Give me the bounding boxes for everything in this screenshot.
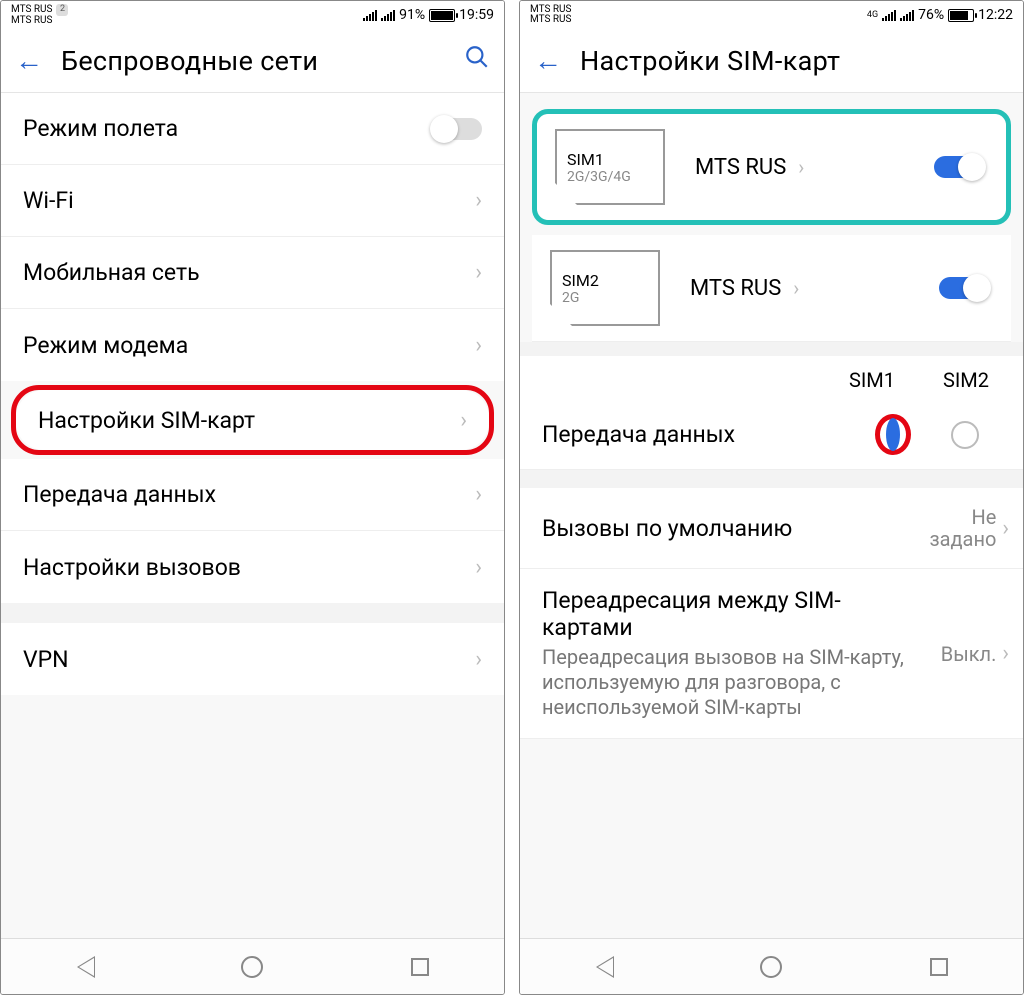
chevron-right-icon: › bbox=[1002, 516, 1009, 541]
sim1-network: 2G/3G/4G bbox=[567, 169, 653, 185]
sim2-toggle[interactable] bbox=[939, 277, 989, 299]
chevron-right-icon: › bbox=[475, 333, 482, 358]
battery-percent: 91% bbox=[399, 7, 425, 23]
phone-right: MTS RUS MTS RUS 4G 76% 12:22 ← Настройки… bbox=[519, 0, 1024, 995]
battery-icon bbox=[948, 9, 974, 22]
back-arrow-icon[interactable]: ← bbox=[534, 44, 562, 77]
signal-icon bbox=[363, 9, 377, 21]
search-icon[interactable] bbox=[464, 44, 490, 77]
col-sim2: SIM2 bbox=[943, 368, 989, 392]
default-calls-value: Не задано bbox=[906, 506, 996, 550]
row-mobile-network[interactable]: Мобильная сеть › bbox=[1, 237, 504, 309]
nav-home-button[interactable] bbox=[237, 952, 267, 982]
data-sim2-radio[interactable] bbox=[951, 421, 979, 449]
chevron-right-icon: › bbox=[475, 188, 482, 213]
row-sim-settings[interactable]: Настройки SIM-карт › bbox=[16, 390, 489, 450]
forwarding-desc: Переадресация вызовов на SIM-карту, испо… bbox=[542, 645, 931, 720]
sim-columns-header: SIM1 SIM2 bbox=[520, 356, 1023, 400]
nav-home-button[interactable] bbox=[756, 952, 786, 982]
highlight-sim-settings: Настройки SIM-карт › bbox=[11, 385, 494, 455]
data-sim1-radio[interactable] bbox=[886, 418, 900, 451]
status-right: 4G 76% 12:22 bbox=[867, 7, 1013, 23]
status-carriers: MTS RUS 2 MTS RUS bbox=[11, 4, 68, 27]
signal-icon bbox=[882, 9, 896, 21]
sim1-carrier: MTS RUS bbox=[695, 155, 786, 180]
sim2-row[interactable]: SIM2 2G MTS RUS › bbox=[532, 235, 1011, 342]
default-calls-title: Вызовы по умолчанию bbox=[542, 515, 896, 542]
nav-bar bbox=[520, 938, 1023, 994]
forwarding-title: Переадресация между SIM-картами bbox=[542, 587, 931, 641]
sim-card-icon: SIM2 2G bbox=[550, 250, 660, 326]
clock: 12:22 bbox=[978, 7, 1013, 23]
content: Режим полета Wi-Fi › Мобильная сеть › Ре… bbox=[1, 93, 504, 938]
nav-recent-button[interactable] bbox=[405, 952, 435, 982]
status-right: 91% 19:59 bbox=[363, 7, 494, 23]
sim2-carrier: MTS RUS bbox=[690, 276, 781, 301]
carrier-1: MTS RUS bbox=[11, 5, 52, 16]
chevron-right-icon: › bbox=[475, 260, 482, 285]
chevron-right-icon: › bbox=[460, 408, 467, 433]
sim1-name: SIM1 bbox=[567, 150, 653, 169]
row-call-settings[interactable]: Настройки вызовов › bbox=[1, 531, 504, 603]
chevron-right-icon: › bbox=[798, 155, 804, 179]
chevron-right-icon: › bbox=[475, 482, 482, 507]
row-data-usage[interactable]: Передача данных › bbox=[1, 459, 504, 531]
sim-count-badge: 2 bbox=[56, 4, 68, 16]
chevron-right-icon: › bbox=[475, 647, 482, 672]
data-transfer-label: Передача данных bbox=[542, 421, 857, 448]
chevron-right-icon: › bbox=[793, 276, 799, 300]
signal-icon-2 bbox=[900, 9, 914, 21]
forwarding-value: Выкл. bbox=[941, 642, 997, 666]
row-airplane-mode[interactable]: Режим полета bbox=[1, 93, 504, 165]
sim2-name: SIM2 bbox=[562, 271, 648, 290]
vpn-label: VPN bbox=[23, 646, 475, 673]
status-carriers: MTS RUS MTS RUS bbox=[530, 5, 571, 26]
back-arrow-icon[interactable]: ← bbox=[15, 44, 43, 77]
sim1-row[interactable]: SIM1 2G/3G/4G MTS RUS › bbox=[537, 114, 1006, 220]
header: ← Беспроводные сети bbox=[1, 29, 504, 93]
sim-label: Настройки SIM-карт bbox=[38, 407, 460, 434]
carrier-2: MTS RUS bbox=[11, 16, 68, 27]
phone-left: MTS RUS 2 MTS RUS 91% 19:59 ← Беспроводн… bbox=[0, 0, 505, 995]
nav-recent-button[interactable] bbox=[924, 952, 954, 982]
tether-label: Режим модема bbox=[23, 332, 475, 359]
battery-percent: 76% bbox=[918, 7, 944, 23]
sim-card-icon: SIM1 2G/3G/4G bbox=[555, 129, 665, 205]
airplane-toggle[interactable] bbox=[432, 118, 482, 140]
chevron-right-icon: › bbox=[1002, 641, 1009, 666]
calls-label: Настройки вызовов bbox=[23, 554, 475, 581]
carrier-2: MTS RUS bbox=[530, 15, 571, 26]
page-title: Настройки SIM-карт bbox=[580, 45, 1009, 77]
nav-back-button[interactable] bbox=[70, 952, 100, 982]
row-data-transfer: Передача данных bbox=[520, 400, 1023, 470]
nav-bar bbox=[1, 938, 504, 994]
page-title: Беспроводные сети bbox=[61, 45, 464, 77]
status-bar: MTS RUS 2 MTS RUS 91% 19:59 bbox=[1, 1, 504, 29]
content: SIM1 2G/3G/4G MTS RUS › SIM2 2G MTS RUS … bbox=[520, 93, 1023, 938]
battery-icon bbox=[429, 9, 455, 22]
chevron-right-icon: › bbox=[475, 555, 482, 580]
row-wifi[interactable]: Wi-Fi › bbox=[1, 165, 504, 237]
mobile-label: Мобильная сеть bbox=[23, 259, 475, 286]
row-tethering[interactable]: Режим модема › bbox=[1, 309, 504, 381]
network-type: 4G bbox=[867, 11, 878, 20]
sim1-toggle[interactable] bbox=[934, 156, 984, 178]
highlight-sim1-radio bbox=[875, 414, 911, 455]
col-sim1: SIM1 bbox=[849, 368, 895, 392]
status-bar: MTS RUS MTS RUS 4G 76% 12:22 bbox=[520, 1, 1023, 29]
wifi-label: Wi-Fi bbox=[23, 187, 475, 214]
header: ← Настройки SIM-карт bbox=[520, 29, 1023, 93]
highlight-sim1: SIM1 2G/3G/4G MTS RUS › bbox=[532, 109, 1011, 225]
row-default-calls[interactable]: Вызовы по умолчанию Не задано › bbox=[520, 488, 1023, 569]
row-call-forwarding[interactable]: Переадресация между SIM-картами Переадре… bbox=[520, 569, 1023, 739]
clock: 19:59 bbox=[459, 7, 494, 23]
sim2-network: 2G bbox=[562, 290, 648, 306]
signal-icon-2 bbox=[381, 9, 395, 21]
airplane-label: Режим полета bbox=[23, 115, 432, 142]
nav-back-button[interactable] bbox=[589, 952, 619, 982]
row-vpn[interactable]: VPN › bbox=[1, 623, 504, 695]
data-label: Передача данных bbox=[23, 481, 475, 508]
